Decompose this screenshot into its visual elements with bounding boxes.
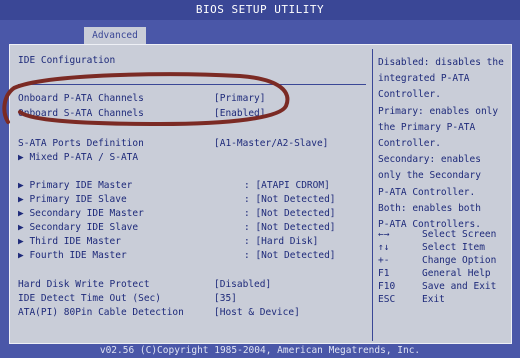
key-name: ESC xyxy=(378,294,396,305)
help-line: Controller. xyxy=(378,138,441,150)
up-down-arrows-icon: ↑↓ xyxy=(378,242,390,253)
bios-title: BIOS SETUP UTILITY xyxy=(195,3,325,16)
submenu-label: ▶ Primary IDE Slave xyxy=(18,194,127,205)
setting-sata-ports[interactable]: S-ATA Ports Definition [A1-Master/A2-Sla… xyxy=(18,138,368,150)
setting-value[interactable]: [Disabled] xyxy=(214,279,271,291)
submenu-label: ▶ Secondary IDE Slave xyxy=(18,222,139,233)
submenu-label: ▶ Secondary IDE Master xyxy=(18,208,144,219)
submenu-label: ▶ Fourth IDE Master xyxy=(18,250,127,261)
key-exit: ESC Exit xyxy=(378,293,508,306)
key-description: General Help xyxy=(422,268,491,279)
submenu-third-ide-master[interactable]: ▶ Third IDE Master : [Hard Disk] xyxy=(18,236,368,248)
key-save-exit: F10 Save and Exit xyxy=(378,280,508,293)
help-pane: Disabled: disables the integrated P-ATA … xyxy=(378,55,508,233)
setting-label: Onboard S-ATA Channels xyxy=(18,108,144,119)
submenu-secondary-ide-slave[interactable]: ▶ Secondary IDE Slave : [Not Detected] xyxy=(18,222,368,234)
key-legend: ←→ Select Screen ↑↓ Select Item +- Chang… xyxy=(378,228,508,306)
device-status: : [Not Detected] xyxy=(244,208,336,219)
plus-minus-icon: +- xyxy=(378,255,390,266)
key-name: F10 xyxy=(378,281,396,292)
key-description: Select Item xyxy=(422,242,485,253)
setting-value[interactable]: [35] xyxy=(214,293,237,305)
submenu-label: ▶ Third IDE Master xyxy=(18,236,121,247)
help-line: integrated P-ATA xyxy=(378,73,470,85)
setting-ide-timeout[interactable]: IDE Detect Time Out (Sec) [35] xyxy=(18,293,368,305)
submenu-label: ▶ Primary IDE Master xyxy=(18,180,133,191)
device-status: : [ATAPI CDROM] xyxy=(244,180,330,191)
setup-panel: IDE Configuration Onboard P-ATA Channels… xyxy=(9,44,512,344)
setting-label: IDE Detect Time Out (Sec) xyxy=(18,293,161,304)
setting-value[interactable]: [A1-Master/A2-Slave] xyxy=(214,138,328,150)
key-description: Exit xyxy=(422,294,445,305)
submenu-primary-ide-master[interactable]: ▶ Primary IDE Master : [ATAPI CDROM] xyxy=(18,180,368,192)
setting-label: ATA(PI) 80Pin Cable Detection xyxy=(18,307,184,318)
setting-cable-detection[interactable]: ATA(PI) 80Pin Cable Detection [Host & De… xyxy=(18,307,368,319)
setting-onboard-sata[interactable]: Onboard S-ATA Channels [Enabled] xyxy=(18,108,368,120)
key-description: Select Screen xyxy=(422,229,497,240)
help-line: Primary: enables only xyxy=(378,105,499,117)
help-line: the Primary P-ATA xyxy=(378,121,476,133)
key-select-item: ↑↓ Select Item xyxy=(378,241,508,254)
setting-value[interactable]: [Enabled] xyxy=(214,108,265,120)
help-line: only the Secondary xyxy=(378,170,481,182)
section-divider xyxy=(18,84,366,85)
key-select-screen: ←→ Select Screen xyxy=(378,228,508,241)
setting-value[interactable]: [Host & Device] xyxy=(214,307,300,319)
submenu-mixed-pata-sata[interactable]: ▶ Mixed P-ATA / S-ATA xyxy=(18,152,368,164)
submenu-primary-ide-slave[interactable]: ▶ Primary IDE Slave : [Not Detected] xyxy=(18,194,368,206)
help-line: Disabled: disables the xyxy=(378,57,504,68)
setting-hdd-write-protect[interactable]: Hard Disk Write Protect [Disabled] xyxy=(18,279,368,291)
tab-bar: Advanced xyxy=(0,20,520,44)
help-line: Secondary: enables xyxy=(378,154,481,166)
bios-title-bar: BIOS SETUP UTILITY xyxy=(0,0,520,20)
section-title: IDE Configuration xyxy=(18,55,116,66)
help-line: Both: enables both xyxy=(378,202,481,214)
tab-advanced[interactable]: Advanced xyxy=(84,27,146,44)
help-line: P-ATA Controller. xyxy=(378,186,476,198)
device-status: : [Hard Disk] xyxy=(244,236,319,247)
left-right-arrows-icon: ←→ xyxy=(378,229,390,240)
submenu-secondary-ide-master[interactable]: ▶ Secondary IDE Master : [Not Detected] xyxy=(18,208,368,220)
help-line: Controller. xyxy=(378,89,441,101)
device-status: : [Not Detected] xyxy=(244,194,336,205)
copyright-footer: v02.56 (C)Copyright 1985-2004, American … xyxy=(99,345,421,356)
submenu-fourth-ide-master[interactable]: ▶ Fourth IDE Master : [Not Detected] xyxy=(18,250,368,262)
key-change-option: +- Change Option xyxy=(378,254,508,267)
pane-divider xyxy=(372,49,373,341)
key-general-help: F1 General Help xyxy=(378,267,508,280)
setting-value[interactable]: [Primary] xyxy=(214,93,265,105)
key-description: Change Option xyxy=(422,255,497,266)
setting-label: S-ATA Ports Definition xyxy=(18,138,144,149)
key-name: F1 xyxy=(378,268,390,279)
submenu-label: ▶ Mixed P-ATA / S-ATA xyxy=(18,152,139,163)
device-status: : [Not Detected] xyxy=(244,250,336,261)
setting-label: Onboard P-ATA Channels xyxy=(18,93,144,104)
setting-onboard-pata[interactable]: Onboard P-ATA Channels [Primary] xyxy=(18,93,368,105)
device-status: : [Not Detected] xyxy=(244,222,336,233)
setting-label: Hard Disk Write Protect xyxy=(18,279,150,290)
key-description: Save and Exit xyxy=(422,281,497,292)
